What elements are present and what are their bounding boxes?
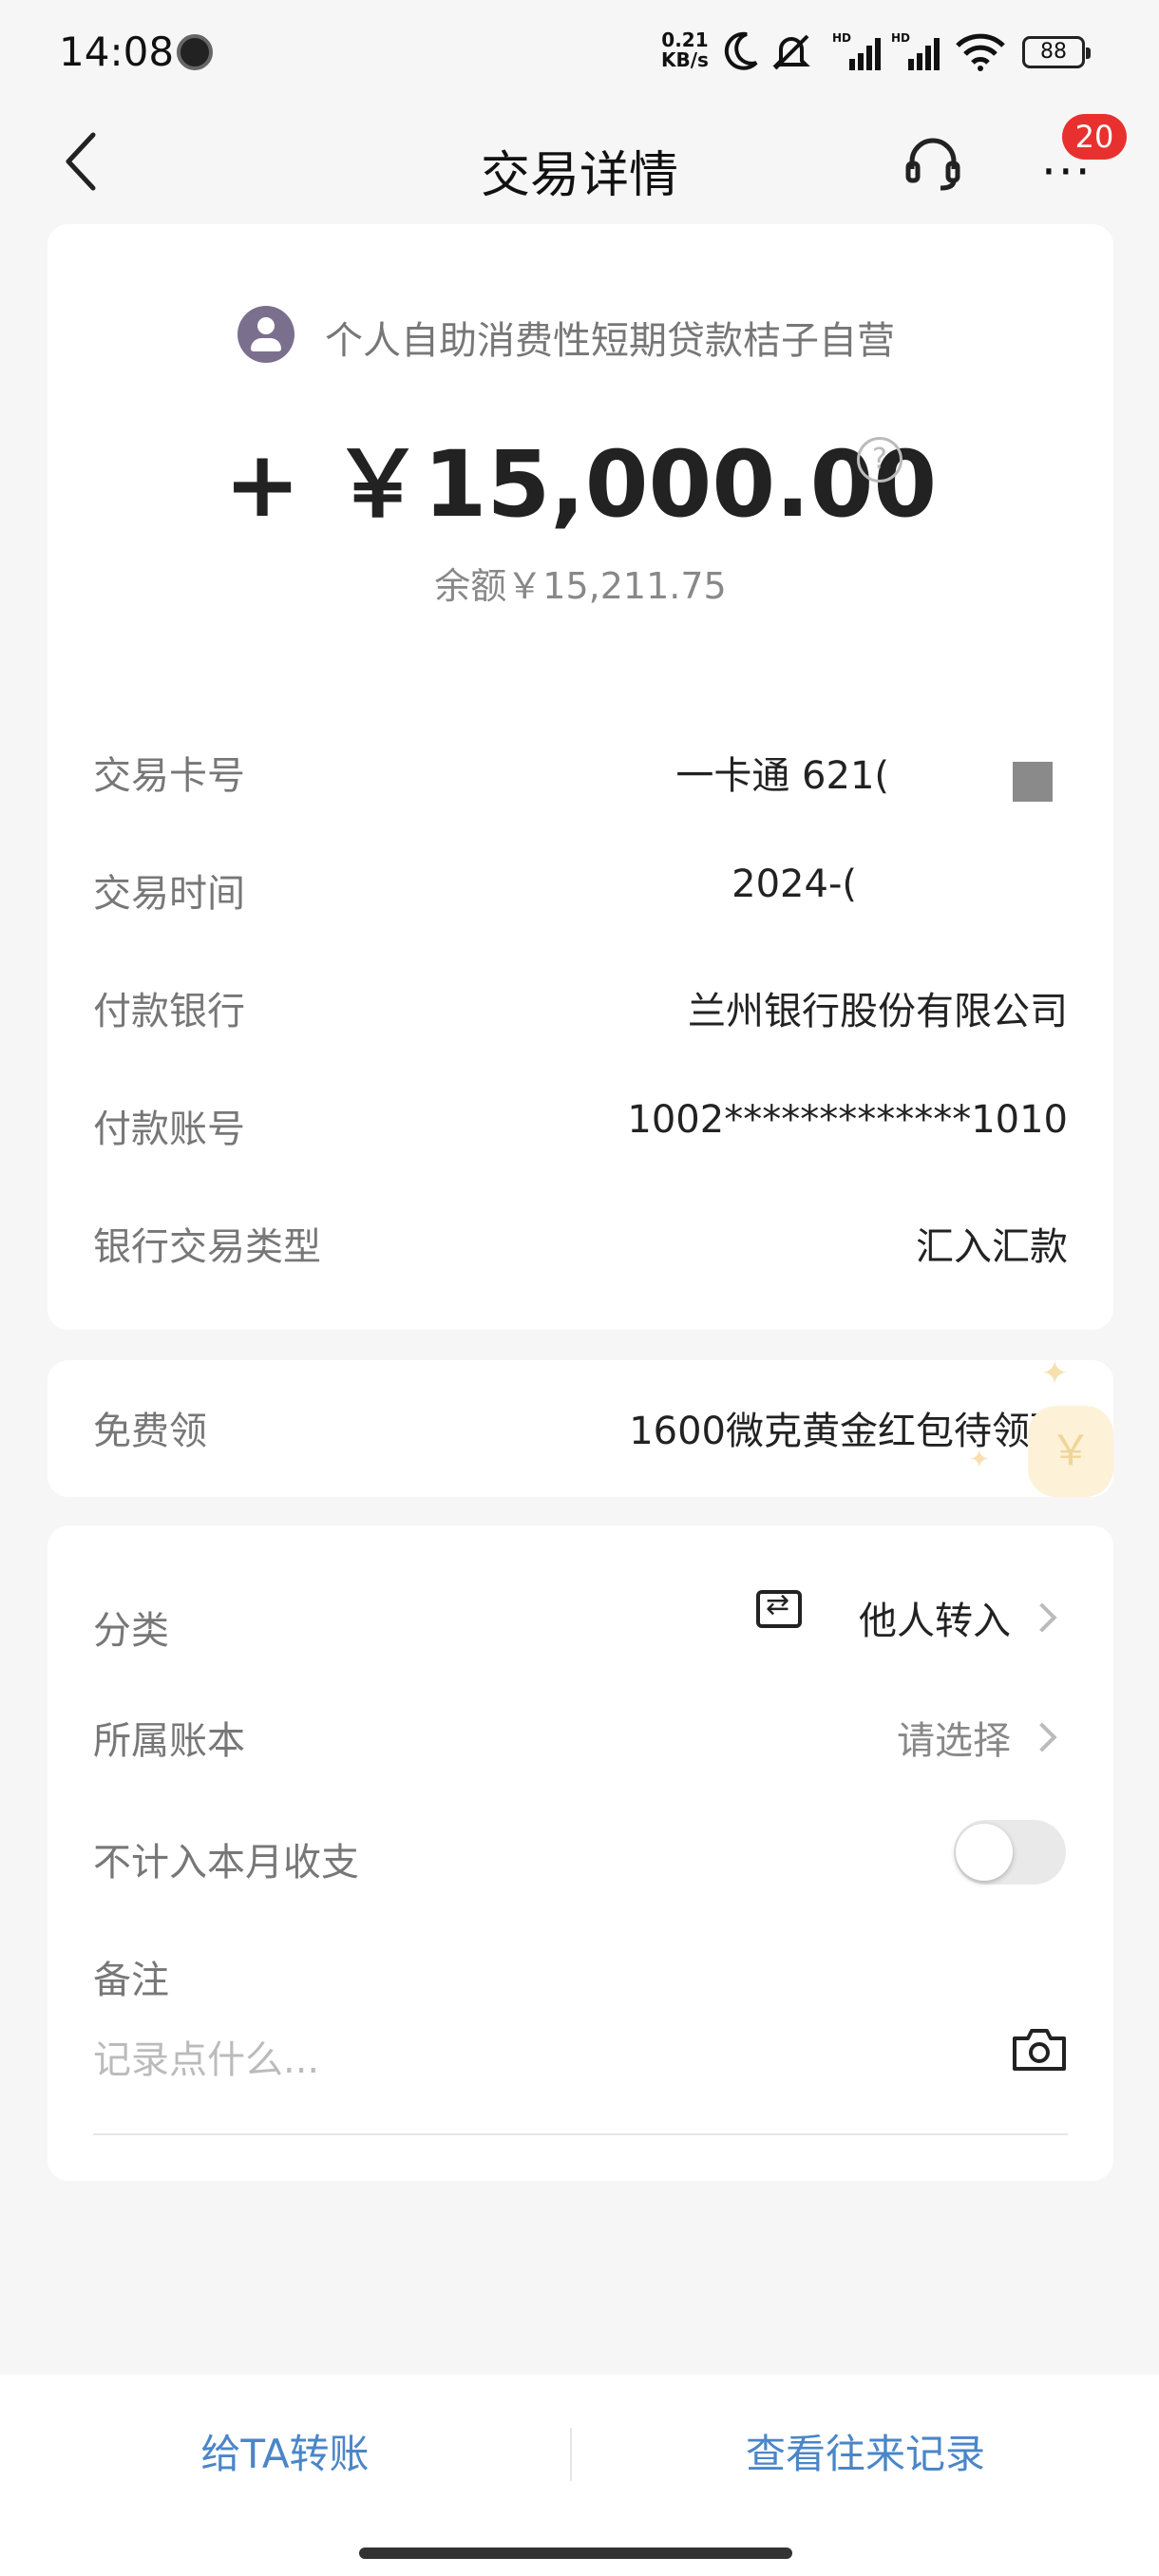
gold-gift-promo[interactable]: 免费领 1600微克黄金红包待领取 ￥ ✦ ✦: [48, 1360, 1113, 1497]
moon-icon: [724, 31, 758, 70]
detail-row-time: 交易时间 2024-(: [48, 862, 1113, 919]
detail-row-payer-bank: 付款银行 兰州银行股份有限公司: [48, 980, 1113, 1037]
gold-coin-icon: ￥: [1028, 1406, 1113, 1497]
detail-value: 兰州银行股份有限公司: [688, 990, 1068, 1033]
detail-row-card-number: 交易卡号 一卡通 621(: [48, 745, 1113, 802]
ledger-value: 请选择: [897, 1719, 1011, 1763]
detail-label: 交易卡号: [93, 754, 245, 798]
exclude-label: 不计入本月收支: [93, 1841, 359, 1885]
network-speed-unit: KB/s: [661, 48, 709, 71]
camera-icon[interactable]: [1011, 2025, 1068, 2073]
promo-label: 免费领: [93, 1410, 207, 1453]
network-speed: 0.21 KB/s: [661, 30, 709, 70]
ledger-label: 所属账本: [93, 1719, 245, 1763]
svg-text:HD: HD: [832, 31, 851, 45]
detail-label: 交易时间: [93, 872, 245, 916]
note-label: 备注: [93, 1959, 169, 2002]
category-label: 分类: [93, 1609, 169, 1653]
exclude-row: 不计入本月收支: [48, 1831, 1113, 1888]
note-input[interactable]: [93, 2038, 948, 2082]
battery-indicator: 88: [1022, 36, 1091, 68]
bottom-action-bar: 给TA转账 查看往来记录: [0, 2375, 1159, 2576]
balance-text: 余额￥15,211.75: [434, 565, 727, 607]
detail-value: 2024-(: [732, 862, 857, 906]
merchant-name: 个人自助消费性短期贷款桔子自营: [325, 319, 895, 363]
transaction-summary-card: 个人自助消费性短期贷款桔子自营 + ￥15,000.00 ? 余额￥15,211…: [48, 224, 1113, 1330]
detail-row-transaction-type: 银行交易类型 汇入汇款: [48, 1216, 1113, 1273]
detail-value: 汇入汇款: [916, 1225, 1068, 1269]
sparkle-icon: ✦: [969, 1446, 990, 1474]
toggle-knob: [956, 1824, 1013, 1881]
ledger-row[interactable]: 所属账本 请选择: [48, 1710, 1113, 1776]
detail-label: 付款银行: [93, 990, 245, 1033]
chevron-right-icon: [1027, 1722, 1057, 1752]
transaction-amount: + ￥15,000.00: [48, 410, 1113, 542]
wifi-icon: [956, 33, 1005, 71]
sparkle-icon: ✦: [1041, 1360, 1069, 1392]
merchant-avatar: [238, 306, 294, 363]
signal-2-icon: HD: [891, 31, 940, 70]
amount-text: + ￥15,000.00: [223, 431, 938, 538]
promo-row: 免费领 1600微克黄金红包待领取: [48, 1400, 1113, 1457]
svg-text:HD: HD: [891, 31, 910, 45]
status-time: 14:08: [59, 28, 175, 75]
classification-card: 分类 他人转入 所属账本 请选择 不计入本月收支 备注: [48, 1525, 1113, 2181]
category-row[interactable]: 分类 他人转入: [48, 1588, 1113, 1676]
note-row: 备注: [48, 1949, 1113, 2006]
detail-row-payer-account: 付款账号 1002*************1010: [48, 1098, 1113, 1155]
help-question-icon[interactable]: ?: [857, 437, 902, 483]
signal-1-icon: HD: [832, 31, 881, 70]
promo-value: 1600微克黄金红包待领取: [629, 1410, 1068, 1453]
detail-label: 付款账号: [93, 1108, 245, 1151]
customer-service-headset-icon[interactable]: [902, 131, 963, 192]
top-nav: 交易详情 ···: [0, 104, 1159, 218]
redaction-mask: [1013, 762, 1053, 802]
exclude-from-monthly-toggle[interactable]: [954, 1820, 1066, 1885]
home-indicator[interactable]: [359, 2548, 792, 2559]
notification-badge: 20: [1062, 114, 1127, 160]
view-history-button[interactable]: 查看往来记录: [572, 2422, 1159, 2480]
network-speed-value: 0.21: [661, 28, 709, 51]
detail-value: 一卡通 621(: [675, 754, 889, 798]
chevron-right-icon: [1027, 1602, 1057, 1633]
category-value: 他人转入: [859, 1600, 1011, 1643]
transfer-icon: [756, 1588, 802, 1628]
page-title: 交易详情: [480, 147, 678, 204]
alarm-clock-icon: [177, 34, 213, 70]
detail-value: 1002*************1010: [627, 1098, 1068, 1142]
transfer-to-them-button[interactable]: 给TA转账: [0, 2422, 570, 2480]
note-underline: [93, 2133, 1068, 2135]
mute-bell-icon: [772, 34, 810, 70]
detail-label: 银行交易类型: [93, 1225, 321, 1269]
status-bar: 14:08 0.21 KB/s HD HD 88: [0, 0, 1159, 104]
